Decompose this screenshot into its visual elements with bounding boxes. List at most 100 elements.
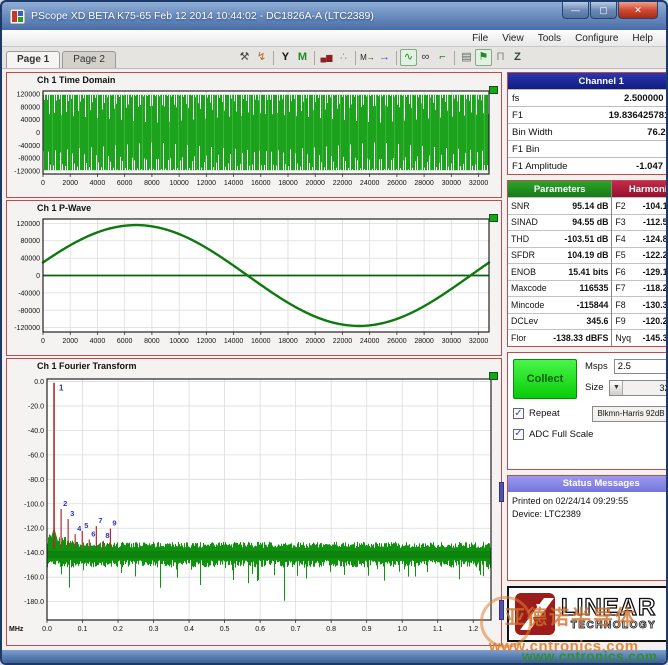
- menu-file[interactable]: File: [465, 32, 495, 45]
- persistence-icon[interactable]: ⌐: [434, 49, 451, 66]
- menu-view[interactable]: View: [495, 32, 531, 45]
- svg-text:1.2: 1.2: [468, 626, 478, 633]
- row-label: DCLev: [511, 316, 538, 326]
- msps-input[interactable]: [614, 359, 668, 374]
- row-label: F3: [615, 217, 625, 227]
- right-panel: Channel 1 fs2.500000 MspsF119.836425781 …: [507, 72, 668, 647]
- svg-text:28000: 28000: [414, 338, 434, 345]
- svg-text:0.4: 0.4: [184, 626, 194, 633]
- svg-text:32000: 32000: [469, 338, 489, 345]
- channel-row: F119.836425781 KHz: [508, 106, 668, 123]
- channel-row: F1 Amplitude -1.047 dBFS: [508, 157, 668, 174]
- row-label: F1 Amplitude: [512, 161, 567, 172]
- collect-button[interactable]: Collect: [513, 359, 577, 399]
- table-row: ENOB15.41 bits: [508, 263, 611, 280]
- svg-text:2000: 2000: [62, 338, 78, 345]
- splitter-handle[interactable]: [499, 600, 504, 620]
- probe-tools-icon[interactable]: ⚒: [236, 49, 253, 66]
- menu-configure[interactable]: Configure: [568, 32, 625, 45]
- svg-text:0: 0: [36, 130, 40, 137]
- svg-text:0: 0: [41, 338, 45, 345]
- series-legend-swatch: [489, 86, 498, 94]
- size-dropdown[interactable]: ▼ 32768: [609, 380, 668, 396]
- title-bar[interactable]: PScope XD BETA K75-65 Feb 12 2014 10:44:…: [2, 2, 666, 30]
- svg-text:8000: 8000: [144, 338, 160, 345]
- status-messages: Printed on 02/24/14 09:29:55Device: LTC2…: [508, 492, 668, 580]
- svg-text:-120000: -120000: [14, 325, 40, 332]
- svg-text:0.7: 0.7: [291, 626, 301, 633]
- svg-text:-120000: -120000: [14, 168, 40, 175]
- series-legend-swatch: [489, 372, 498, 380]
- chevron-down-icon[interactable]: ▼: [610, 381, 623, 395]
- export-data-icon[interactable]: ▤: [458, 49, 475, 66]
- svg-text:-20.0: -20.0: [28, 403, 44, 410]
- svg-text:8: 8: [105, 531, 109, 540]
- row-value: 2.500000 Msps: [624, 93, 668, 104]
- menu-items: FileViewToolsConfigureHelp: [465, 32, 660, 45]
- svg-text:10000: 10000: [169, 180, 189, 187]
- svg-text:120000: 120000: [17, 92, 40, 99]
- linear-technology-logo: LINEAR TECHNOLOGY: [507, 586, 668, 642]
- multi-trace-icon[interactable]: M: [294, 49, 311, 66]
- window-value: Blkmn-Harris 92dB: [593, 409, 668, 418]
- row-label: fs: [512, 93, 519, 104]
- row-label: THD: [511, 234, 529, 244]
- row-value: -130.33 dBc: [643, 300, 668, 310]
- splitter-handle[interactable]: [499, 482, 504, 502]
- row-label: F1 Bin: [512, 144, 539, 155]
- row-value: -1.047 dBFS: [636, 161, 668, 172]
- table-row: F6-129.19 dBc: [612, 263, 668, 280]
- maximize-button[interactable]: ▢: [590, 2, 617, 19]
- filter-icon[interactable]: Π: [492, 49, 509, 66]
- svg-text:120000: 120000: [17, 221, 40, 228]
- toolbar-separator: [273, 51, 274, 65]
- y-scale-icon[interactable]: Y: [277, 49, 294, 66]
- svg-text:9: 9: [112, 519, 116, 528]
- zoom-tool-icon[interactable]: Z: [509, 49, 526, 66]
- app-icon: [10, 9, 25, 24]
- lt-logo-icon: [514, 592, 556, 636]
- svg-text:-160.0: -160.0: [24, 575, 44, 582]
- histogram-icon[interactable]: ▄▆: [318, 49, 335, 66]
- toolbar: ⚒↯ YM ▄▆∴ M→→ ∿∞⌐ ▤⚑ΠZ: [236, 47, 526, 68]
- toolbar-separator: [454, 51, 455, 65]
- svg-text:20000: 20000: [305, 180, 325, 187]
- repeat-label: Repeat: [529, 408, 560, 419]
- scatter-plot-icon[interactable]: ∴: [335, 49, 352, 66]
- pwave-plot[interactable]: 0200040006000800010000120001400016000180…: [7, 215, 501, 354]
- page-tabs: Page 1Page 2: [6, 51, 118, 68]
- row-label: F2: [615, 201, 625, 211]
- channel-rows: fs2.500000 MspsF119.836425781 KHzBin Wid…: [508, 89, 668, 174]
- svg-text:0.8: 0.8: [326, 626, 336, 633]
- stimulus-icon[interactable]: ↯: [253, 49, 270, 66]
- svg-text:32000: 32000: [469, 180, 489, 187]
- time-domain-plot[interactable]: 0200040006000800010000120001400016000180…: [7, 87, 501, 196]
- svg-text:0: 0: [41, 180, 45, 187]
- averaging-icon[interactable]: →: [376, 49, 393, 66]
- window-dropdown[interactable]: Blkmn-Harris 92dB ▼: [592, 406, 668, 422]
- row-value: 76.294 Hz: [647, 127, 668, 138]
- row-label: SFDR: [511, 250, 535, 260]
- row-value: -118.20 dBc: [643, 283, 668, 293]
- close-button[interactable]: ✕: [618, 2, 658, 19]
- eye-diagram-icon[interactable]: ∞: [417, 49, 434, 66]
- adc-full-scale-checkbox[interactable]: ✓: [513, 429, 524, 440]
- status-line: Device: LTC2389: [512, 508, 668, 522]
- fft-plot[interactable]: 0.00.10.20.30.40.50.60.70.80.91.01.11.20…: [7, 373, 501, 644]
- minimize-button[interactable]: —: [562, 2, 589, 19]
- tab-page-1[interactable]: Page 1: [6, 51, 60, 68]
- print-icon[interactable]: ⚑: [475, 49, 492, 66]
- table-row: Mincode-115844: [508, 296, 611, 313]
- menu-help[interactable]: Help: [625, 32, 660, 45]
- time-domain-view-icon[interactable]: ∿: [400, 49, 417, 66]
- svg-text:24000: 24000: [360, 338, 380, 345]
- menu-bar: FileViewToolsConfigureHelp: [2, 30, 666, 47]
- row-label: ENOB: [511, 267, 536, 277]
- svg-text:14000: 14000: [224, 180, 244, 187]
- tab-page-2[interactable]: Page 2: [62, 51, 116, 68]
- max-hold-icon[interactable]: M→: [359, 49, 376, 66]
- table-row: SNR95.14 dB: [508, 197, 611, 214]
- menu-tools[interactable]: Tools: [531, 32, 568, 45]
- svg-text:-40.0: -40.0: [28, 428, 44, 435]
- repeat-checkbox[interactable]: ✓: [513, 408, 524, 419]
